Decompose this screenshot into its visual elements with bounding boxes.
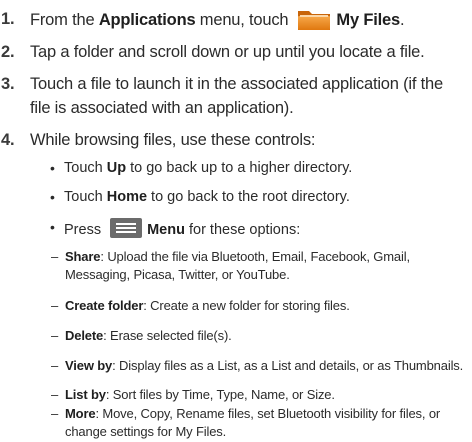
step-number: 2. <box>1 43 15 61</box>
up-label: Up <box>106 160 127 176</box>
step-number: 3. <box>1 75 15 93</box>
step-text: Touch a file to launch it in the associa… <box>30 75 443 117</box>
option-label: View by <box>65 358 113 373</box>
option-label: Share <box>65 249 101 264</box>
step-text: Tap a folder and scroll down or up until… <box>30 43 425 61</box>
option-label: More <box>65 406 96 421</box>
applications-label: Applications <box>98 11 196 29</box>
menu-icon <box>109 217 143 239</box>
step-number: 1. <box>1 10 15 28</box>
home-label: Home <box>106 189 148 205</box>
option-label: Delete <box>65 328 104 343</box>
instruction-page: 1. From the Applications menu, touch My … <box>0 0 472 442</box>
option-label: Create folder <box>65 298 144 313</box>
step-text: While browsing files, use these controls… <box>30 131 316 149</box>
folder-icon <box>296 7 332 31</box>
option-label: List by <box>65 387 106 402</box>
my-files-label: My Files <box>336 11 400 29</box>
step-text: From the Applications menu, touch My Fil… <box>30 7 470 32</box>
menu-label: Menu <box>147 222 185 238</box>
step-number: 4. <box>1 131 15 149</box>
